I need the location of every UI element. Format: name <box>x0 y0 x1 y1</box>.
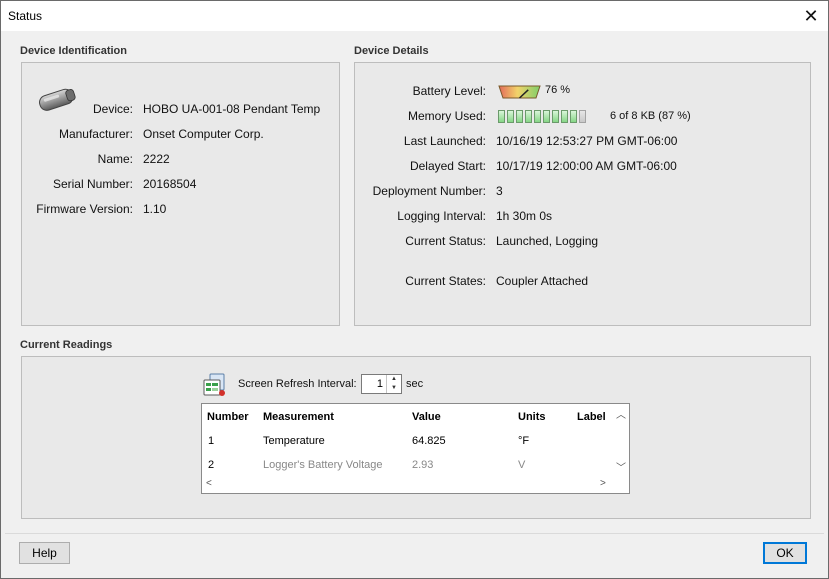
horizontal-scrollbar[interactable]: < > <box>202 476 629 493</box>
memory-used-label: Memory Used: <box>407 109 486 123</box>
scroll-left-icon[interactable]: < <box>206 478 212 489</box>
column-header-number[interactable]: Number <box>207 411 249 423</box>
ok-button-label: OK <box>776 546 794 560</box>
logging-interval-label: Logging Interval: <box>397 209 486 223</box>
ok-button[interactable]: OK <box>763 542 807 564</box>
battery-gauge <box>498 85 541 99</box>
logging-interval-value: 1h 30m 0s <box>496 209 553 223</box>
memory-bar-segment <box>561 110 568 123</box>
column-header-measurement[interactable]: Measurement <box>263 411 334 423</box>
row-measurement: Temperature <box>263 435 325 447</box>
memory-bar-segment <box>570 110 577 123</box>
device-details-title: Device Details <box>354 45 429 57</box>
last-launched-value: 10/16/19 12:53:27 PM GMT-06:00 <box>496 134 678 148</box>
help-button[interactable]: Help <box>19 542 70 564</box>
scroll-right-icon[interactable]: > <box>600 478 606 489</box>
last-launched-label: Last Launched: <box>403 134 486 148</box>
row-units: V <box>518 459 526 471</box>
stepper-buttons: ▲ ▼ <box>386 375 401 393</box>
current-states-label: Current States: <box>405 274 486 288</box>
memory-usage-bars <box>498 110 586 123</box>
refresh-interval-value[interactable]: 1 <box>377 378 383 390</box>
serial-number-label: Serial Number: <box>52 177 133 191</box>
device-identification-title: Device Identification <box>20 45 127 57</box>
close-button[interactable]: ✕ <box>794 1 828 31</box>
help-button-label: Help <box>32 546 57 560</box>
manufacturer-label: Manufacturer: <box>58 127 133 141</box>
deployment-number-label: Deployment Number: <box>372 184 486 198</box>
column-header-units[interactable]: Units <box>518 411 546 423</box>
name-label: Name: <box>97 152 133 166</box>
memory-bar-segment <box>552 110 559 123</box>
manufacturer-value: Onset Computer Corp. <box>143 127 264 141</box>
battery-level-label: Battery Level: <box>412 84 486 98</box>
scroll-up-icon[interactable]: ︿ <box>616 406 626 421</box>
readings-table: Number Measurement Value Units Label 1 T… <box>201 403 630 494</box>
scroll-down-icon[interactable]: ﹀ <box>616 459 626 474</box>
device-label: Device: <box>92 102 133 116</box>
row-number: 2 <box>208 459 215 471</box>
footer-separator <box>5 533 824 534</box>
stepper-up-icon[interactable]: ▲ <box>387 375 401 384</box>
current-readings-title: Current Readings <box>20 339 113 351</box>
firmware-version-label: Firmware Version: <box>36 202 133 216</box>
row-value: 2.93 <box>412 459 434 471</box>
delayed-start-value: 10/17/19 12:00:00 AM GMT-06:00 <box>496 159 677 173</box>
vertical-scrollbar[interactable]: ︿ ﹀ <box>612 404 629 477</box>
title-bar: Status ✕ <box>1 1 828 31</box>
row-value: 64.825 <box>412 435 446 447</box>
row-measurement: Logger's Battery Voltage <box>263 459 383 471</box>
stepper-down-icon[interactable]: ▼ <box>387 384 401 393</box>
current-status-label: Current Status: <box>405 234 486 248</box>
battery-level-value: 76 % <box>545 84 571 96</box>
memory-bar-segment <box>507 110 514 123</box>
refresh-settings-icon <box>203 373 225 396</box>
refresh-interval-label: Screen Refresh Interval: <box>238 378 357 390</box>
refresh-interval-stepper[interactable]: 1 ▲ ▼ <box>361 374 402 394</box>
memory-used-value: 6 of 8 KB (87 %) <box>610 110 691 122</box>
name-value: 2222 <box>143 152 170 166</box>
memory-bar-segment <box>543 110 550 123</box>
column-header-label[interactable]: Label <box>577 411 606 423</box>
deployment-number-value: 3 <box>496 184 503 198</box>
memory-bar-segment <box>498 110 505 123</box>
firmware-version-value: 1.10 <box>143 202 167 216</box>
column-header-value[interactable]: Value <box>412 411 441 423</box>
memory-bar-segment <box>516 110 523 123</box>
serial-number-value: 20168504 <box>143 177 197 191</box>
window-title: Status <box>8 9 43 23</box>
row-units: °F <box>518 435 530 447</box>
memory-bar-segment <box>525 110 532 123</box>
memory-bar-segment <box>579 110 586 123</box>
row-number: 1 <box>208 435 215 447</box>
current-states-value: Coupler Attached <box>496 274 589 288</box>
device-value: HOBO UA-001-08 Pendant Temp <box>143 102 321 116</box>
current-status-value: Launched, Logging <box>496 234 599 248</box>
delayed-start-label: Delayed Start: <box>409 159 486 173</box>
close-icon: ✕ <box>803 5 819 26</box>
status-dialog: Status ✕ Device Identification Device: H… <box>0 0 829 579</box>
memory-bar-segment <box>534 110 541 123</box>
refresh-interval-unit: sec <box>406 378 424 390</box>
